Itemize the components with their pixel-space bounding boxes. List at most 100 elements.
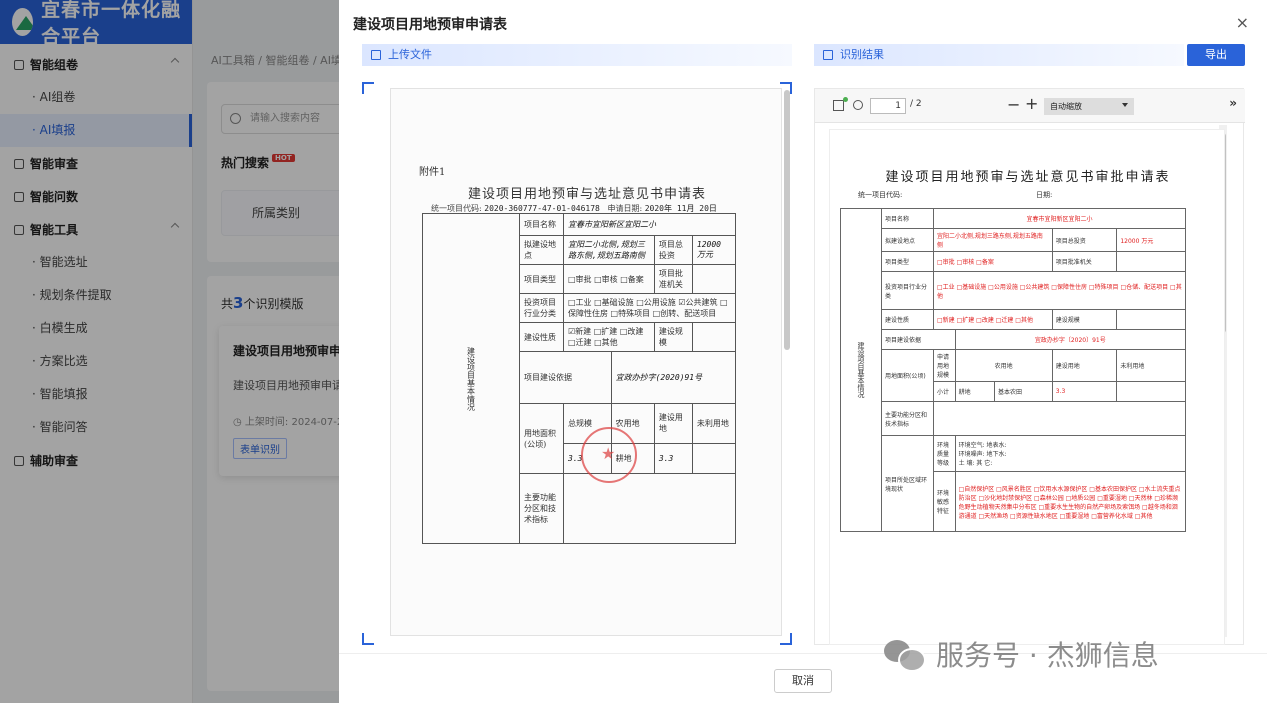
close-icon[interactable]: × xyxy=(1236,13,1249,32)
form-value: □工业 □基础设施 □公用设施 ☑公共建筑 □保障性住房 □特殊项目 □创转、配… xyxy=(563,293,736,323)
scan-icon xyxy=(823,50,833,60)
search-icon[interactable] xyxy=(853,100,863,110)
form-value xyxy=(691,322,737,352)
form-value xyxy=(1116,381,1186,402)
form-value xyxy=(691,264,737,294)
annex-label: 附件1 xyxy=(419,167,446,178)
form-label: 主要功能分区和技术指标 xyxy=(519,473,564,544)
form-label: 投资项目行业分类 xyxy=(881,271,934,310)
code-value: 2020-360777-47-01-046178 xyxy=(484,204,600,213)
form-label: 项目建设依据 xyxy=(519,351,612,404)
form-label: 建设性质 xyxy=(881,309,934,330)
recognition-modal: 建设项目用地预审申请表 × 上传文件 识别结果 导出 附件1 建设项目用地预审与… xyxy=(339,0,1267,703)
form-label: 建设规模 xyxy=(1051,309,1118,330)
date-value: 2020年 11月 20日 xyxy=(644,204,717,213)
official-seal xyxy=(581,427,637,483)
sidebar-toggle-icon[interactable] xyxy=(833,100,844,111)
form-label: 建设用地 xyxy=(653,403,693,444)
form-value: 环境空气: 地表水: 环境噪声: 地下水: 土 壤: 其 它: xyxy=(954,435,1187,472)
zoom-select[interactable]: 自动缩放 xyxy=(1044,98,1134,115)
scanned-paper: 附件1 建设项目用地预审与选址意见书申请表 统一项目代码: 2020-36077… xyxy=(390,88,782,636)
scrollbar[interactable] xyxy=(784,90,790,350)
form-value: 3.3 xyxy=(653,442,693,475)
cancel-button[interactable]: 取消 xyxy=(774,669,832,693)
form-label: 项目总投资 xyxy=(653,235,693,265)
form-label: 项目批准机关 xyxy=(653,264,693,294)
code-label: 统一项目代码: xyxy=(431,204,482,213)
form-label: 未利用地 xyxy=(691,403,737,444)
crop-corner[interactable] xyxy=(362,82,374,94)
form-label: 小计 xyxy=(933,381,956,402)
export-button[interactable]: 导出 xyxy=(1187,44,1245,66)
form-value: 12000 万元 xyxy=(691,235,737,265)
form-label: 基本农田 xyxy=(993,381,1053,402)
form-label: 环境敏感特征 xyxy=(933,471,956,532)
form-label: 用地面积(公顷) xyxy=(519,403,564,474)
form-label: 用地面积(公顷) xyxy=(881,349,934,402)
result-form-table: 建设项目基本情况 项目名称 宜春市宜阳新区宜阳二小 拟建设地点 宜阳二小北侧,规… xyxy=(840,208,1187,532)
modal-title: 建设项目用地预审申请表 xyxy=(353,17,507,33)
page-total: / 2 xyxy=(910,99,922,109)
form-label: 拟建设地点 xyxy=(519,235,564,265)
viewer-toolbar: 1 / 2 − + 自动缩放 » xyxy=(815,89,1245,123)
form-label: 建设性质 xyxy=(519,322,564,352)
form-label: 投资项目行业分类 xyxy=(519,293,564,323)
form-label: 项目批准机关 xyxy=(1051,251,1118,272)
zoom-in-icon[interactable]: + xyxy=(1025,94,1038,113)
zoom-out-icon[interactable]: − xyxy=(1007,95,1020,114)
form-label: 项目建设依据 xyxy=(881,329,956,350)
form-label: 申请用地规模 xyxy=(933,349,956,382)
form-label: 建设规模 xyxy=(653,322,693,352)
watermark-text: 服务号 · 杰狮信息 xyxy=(936,639,1159,672)
form-value: 宜政办抄字(2020)91号 xyxy=(610,351,737,404)
side-label: 建设项目基本情况 xyxy=(840,208,882,532)
env-quality-line: 土 壤: 其 它: xyxy=(958,460,993,467)
form-value: 宜阳二小北侧,规划三路东侧,规划五路南侧 xyxy=(933,228,1053,252)
form-label: 项目总投资 xyxy=(1051,228,1118,252)
env-quality-line: 环境空气: 地表水: xyxy=(958,442,1007,449)
date-label: 申请日期: xyxy=(607,204,643,213)
form-value: 宜阳二小北侧,规划三路东侧,规划五路南侧 xyxy=(563,235,655,265)
zoom-value: 自动缩放 xyxy=(1050,102,1082,111)
form-value xyxy=(933,401,1186,436)
form-label: 耕地 xyxy=(954,381,995,402)
page-number-input[interactable]: 1 xyxy=(870,98,906,114)
result-date-label: 日期: xyxy=(1036,191,1053,199)
form-value xyxy=(691,442,737,475)
modal-header: 建设项目用地预审申请表 × xyxy=(339,0,1267,44)
wechat-icon xyxy=(884,638,926,672)
form-label: 主要功能分区和技术指标 xyxy=(881,401,934,436)
form-value: □审批 □审核 □备案 xyxy=(933,251,1053,272)
form-label: 项目名称 xyxy=(881,208,934,229)
result-code-label: 统一项目代码: xyxy=(858,191,903,199)
form-value: 宜政办抄字〔2020〕91号 xyxy=(954,329,1187,350)
form-value xyxy=(563,473,736,544)
form-label: 农用地 xyxy=(954,349,1053,382)
watermark: 服务号 · 杰狮信息 xyxy=(884,634,1159,674)
more-tools-icon[interactable]: » xyxy=(1229,96,1237,110)
form-label: 项目名称 xyxy=(519,213,564,236)
form-label: 未利用地 xyxy=(1116,349,1186,382)
crop-corner[interactable] xyxy=(362,633,374,645)
scan-doc-title: 建设项目用地预审与选址意见书申请表 xyxy=(467,187,706,202)
form-value: 宜春市宜阳新区宜阳二小 xyxy=(563,213,736,236)
form-value: 宜春市宜阳新区宜阳二小 xyxy=(933,208,1186,229)
chevron-down-icon xyxy=(1122,103,1128,107)
form-label: 项目类型 xyxy=(881,251,934,272)
form-value: □新建 □扩建 □改建 □迁建 □其他 xyxy=(933,309,1053,330)
recognized-document: 建设项目用地预审与选址意见书审批申请表 统一项目代码: 日期: 建设项目基本情况… xyxy=(829,129,1225,645)
upload-header-label: 上传文件 xyxy=(388,48,432,61)
side-label: 建设项目基本情况 xyxy=(422,213,520,544)
form-value: 12000 万元 xyxy=(1116,228,1186,252)
form-value xyxy=(1116,251,1186,272)
form-label: 项目类型 xyxy=(519,264,564,294)
form-value: □审批 □审核 □备案 xyxy=(563,264,655,294)
uploaded-scan-area[interactable]: 附件1 建设项目用地预审与选址意见书申请表 统一项目代码: 2020-36077… xyxy=(362,82,792,645)
pdf-viewer: 1 / 2 − + 自动缩放 » 建设项目用地预审与选址意见书审批申请表 统一项… xyxy=(814,88,1245,645)
scan-form-table: 建设项目基本情况 项目名称 宜春市宜阳新区宜阳二小 拟建设地点 宜阳二小北侧,规… xyxy=(422,213,737,544)
notification-dot xyxy=(843,97,848,102)
form-label: 项目所处区域环境现状 xyxy=(881,435,934,532)
form-value: 3.3 xyxy=(1051,381,1118,402)
upload-icon xyxy=(371,50,381,60)
form-label: 环境质量等级 xyxy=(933,435,956,472)
